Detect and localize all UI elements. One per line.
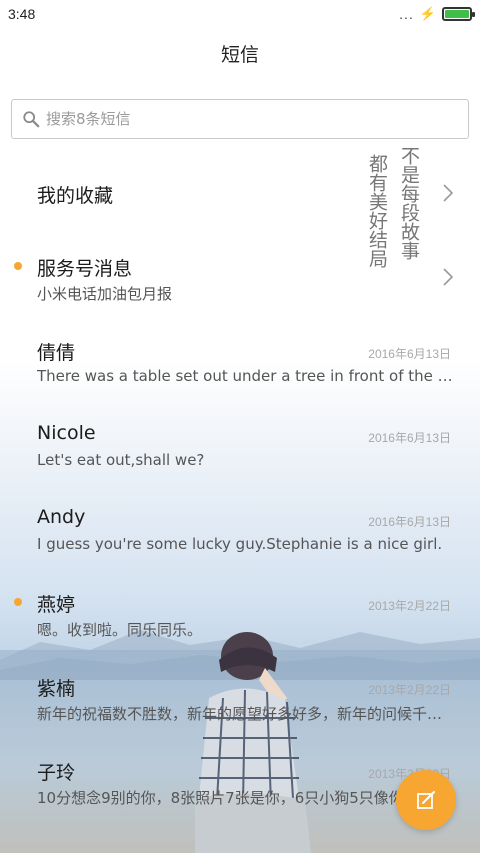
unread-dot <box>14 598 22 606</box>
search-bar[interactable] <box>11 99 469 139</box>
conversation-preview: I guess you're some lucky guy.Stephanie … <box>37 535 443 553</box>
list-item-service-messages[interactable]: 服务号消息 小米电话加油包月报 <box>0 234 480 318</box>
conversation-preview: 新年的祝福数不胜数，新年的愿望好多好多，新年的问候千言万语 <box>37 705 453 723</box>
conversation-name: Nicole <box>37 422 96 444</box>
list-item-conversation[interactable]: Nicole 2016年6月13日 Let's eat out,shall we… <box>0 402 480 486</box>
conversation-preview: 嗯。收到啦。同乐同乐。 <box>37 621 203 639</box>
conversation-name: 服务号消息 <box>37 258 133 280</box>
page-title: 短信 <box>220 44 259 66</box>
list-item-conversation[interactable]: 倩倩 2016年6月13日 There was a table set out … <box>0 318 480 402</box>
conversation-date: 2013年2月22日 <box>368 599 451 613</box>
conversation-preview: 10分想念9别的你，8张照片7张是你，6只小狗5只像你 <box>37 789 404 807</box>
search-input[interactable] <box>46 110 426 128</box>
status-icons: ... ⚡ <box>399 6 475 22</box>
conversation-name: 燕婷 <box>37 594 76 616</box>
conversation-date: 2016年6月13日 <box>368 515 451 529</box>
conversation-name: Andy <box>37 506 86 528</box>
chevron-right-icon <box>443 184 454 202</box>
compose-button[interactable] <box>396 770 456 830</box>
list-item-conversation[interactable]: 燕婷 2013年2月22日 嗯。收到啦。同乐同乐。 <box>0 570 480 654</box>
conversation-preview: Let's eat out,shall we? <box>37 451 205 469</box>
charging-icon: ⚡ <box>419 6 436 21</box>
conversation-name: 子玲 <box>37 762 76 784</box>
conversation-preview: There was a table set out under a tree i… <box>37 367 453 385</box>
unread-dot <box>14 262 22 270</box>
status-time: 3:48 <box>8 6 36 22</box>
conversation-name: 紫楠 <box>37 678 76 700</box>
conversation-name: 我的收藏 <box>37 185 114 207</box>
list-item-favorites[interactable]: 我的收藏 <box>0 150 480 234</box>
compose-icon <box>417 791 435 809</box>
signal-dots-icon: ... <box>399 6 414 22</box>
conversation-preview: 小米电话加油包月报 <box>37 285 173 303</box>
battery-level <box>445 10 469 18</box>
conversation-date: 2016年6月13日 <box>368 431 451 445</box>
search-icon <box>23 111 40 128</box>
conversation-date: 2016年6月13日 <box>368 347 451 361</box>
battery-icon <box>442 7 475 21</box>
status-bar: 3:48 ... ⚡ <box>0 0 480 28</box>
list-item-conversation[interactable]: Andy 2016年6月13日 I guess you're some luck… <box>0 486 480 570</box>
conversation-date: 2013年2月22日 <box>368 683 451 697</box>
list-item-conversation[interactable]: 紫楠 2013年2月22日 新年的祝福数不胜数，新年的愿望好多好多，新年的问候千… <box>0 654 480 738</box>
chevron-right-icon <box>443 268 454 286</box>
conversation-name: 倩倩 <box>37 342 76 364</box>
